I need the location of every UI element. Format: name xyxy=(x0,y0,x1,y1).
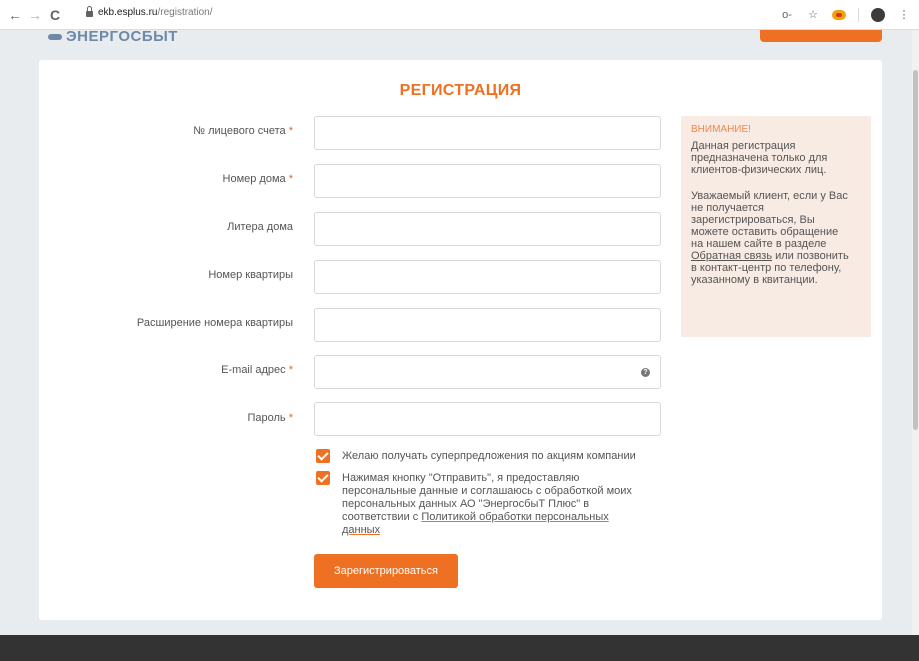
page-title: РЕГИСТРАЦИЯ xyxy=(399,82,522,99)
notice-line: зарегистрироваться, Вы xyxy=(691,214,815,226)
house-letter-input[interactable] xyxy=(314,212,661,246)
offers-checkbox-label: Желаю получать суперпредложения по акция… xyxy=(342,450,636,462)
browser-toolbar: ← → C ekb.esplus.ru/registration/ o- ☆ ⋮ xyxy=(0,0,919,30)
account-number-label: № лицевого счета * xyxy=(99,125,293,137)
account-number-input[interactable] xyxy=(314,116,661,150)
back-icon[interactable]: ← xyxy=(6,6,24,24)
email-input[interactable]: ? xyxy=(314,355,661,389)
consent-checkbox[interactable] xyxy=(316,471,330,485)
field-label-text: Литера дома xyxy=(227,221,293,233)
password-input[interactable] xyxy=(314,402,661,436)
url-text: ekb.esplus.ru/registration/ xyxy=(98,7,213,18)
notice-line: не получается xyxy=(691,202,764,214)
register-button[interactable]: Зарегистрироваться xyxy=(314,554,458,588)
forward-icon[interactable]: → xyxy=(26,6,44,24)
apartment-extension-input[interactable] xyxy=(314,308,661,342)
consent-checkbox-label: Нажимая кнопку "Отправить", я предоставл… xyxy=(342,472,632,537)
consent-line: Нажимая кнопку "Отправить", я предоставл… xyxy=(342,472,580,484)
field-label-text: Номер дома xyxy=(222,173,286,185)
logo[interactable]: ЭНЕРГОСБЫТ xyxy=(48,30,178,44)
house-letter-label: Литера дома xyxy=(99,221,293,233)
header-action-button[interactable] xyxy=(760,30,882,42)
required-mark: * xyxy=(288,173,293,185)
field-label-text: Номер квартиры xyxy=(208,269,293,281)
field-label-text: Пароль xyxy=(247,412,286,424)
consent-line: персональных данных АО "ЭнергосбыТ Плюс"… xyxy=(342,498,590,510)
feedback-link[interactable]: Обратная связь xyxy=(691,250,772,262)
apartment-extension-label: Расширение номера квартиры xyxy=(99,317,293,329)
scrollbar-thumb[interactable] xyxy=(913,70,918,430)
house-number-input[interactable] xyxy=(314,164,661,198)
notice-line: можете оставить обращение xyxy=(691,226,839,238)
consent-line: данных xyxy=(342,524,632,537)
field-label-text: E-mail адрес xyxy=(221,364,286,376)
notice-paragraph-1: Данная регистрация предназначена только … xyxy=(691,140,861,176)
star-icon[interactable]: ☆ xyxy=(806,8,820,22)
help-icon[interactable]: ? xyxy=(641,368,650,377)
consent-line: персональные данные и соглашаюсь с обраб… xyxy=(342,485,632,497)
required-mark: * xyxy=(288,125,293,137)
consent-prefix: соответствии с xyxy=(342,511,422,523)
password-label: Пароль * xyxy=(99,412,293,424)
url-host: ekb.esplus.ru xyxy=(98,7,158,18)
url-path: /registration/ xyxy=(157,7,213,18)
required-mark: * xyxy=(288,364,293,376)
notice-line: Данная регистрация xyxy=(691,140,796,152)
profile-avatar-icon[interactable] xyxy=(871,8,885,22)
notice-line: или позвонить xyxy=(772,250,849,262)
offers-checkbox[interactable] xyxy=(316,449,330,463)
notice-line: в контакт-центр по телефону, xyxy=(691,262,842,274)
menu-icon[interactable]: ⋮ xyxy=(897,8,911,22)
extension-icon[interactable] xyxy=(832,10,846,20)
house-number-label: Номер дома * xyxy=(99,173,293,185)
privacy-policy-link-cont[interactable]: данных xyxy=(342,524,380,536)
notice-line: Уважаемый клиент, если у Вас xyxy=(691,190,848,202)
notice-paragraph-2: Уважаемый клиент, если у Вас не получает… xyxy=(691,190,861,286)
toolbar-divider xyxy=(858,8,859,22)
notice-line: на нашем сайте в разделе xyxy=(691,238,827,250)
notice-line: клиентов-физических лиц. xyxy=(691,164,827,176)
required-mark: * xyxy=(288,412,293,424)
logo-text: ЭНЕРГОСБЫТ xyxy=(66,30,178,44)
consent-line: соответствии с Политикой обработки персо… xyxy=(342,511,632,524)
apartment-number-input[interactable] xyxy=(314,260,661,294)
lock-icon xyxy=(86,6,93,17)
notice-line: предназначена только для xyxy=(691,152,828,164)
logo-mark-icon xyxy=(48,34,62,40)
apartment-number-label: Номер квартиры xyxy=(99,269,293,281)
privacy-policy-link[interactable]: Политикой обработки персональных xyxy=(421,511,608,523)
field-label-text: № лицевого счета xyxy=(193,125,286,137)
notice-heading: ВНИМАНИЕ! xyxy=(691,124,751,135)
site-footer xyxy=(0,635,919,661)
reload-icon[interactable]: C xyxy=(46,6,64,24)
notice-line: указанному в квитанции. xyxy=(691,274,818,286)
key-icon[interactable]: o- xyxy=(780,8,794,22)
notice-panel: ВНИМАНИЕ! Данная регистрация предназначе… xyxy=(681,116,871,337)
page-scrollbar[interactable] xyxy=(912,30,919,635)
email-label: E-mail адрес * xyxy=(99,364,293,376)
field-label-text: Расширение номера квартиры xyxy=(136,317,293,329)
site-header: ЭНЕРГОСБЫТ xyxy=(0,30,919,44)
registration-card: РЕГИСТРАЦИЯ № лицевого счета * Номер дом… xyxy=(39,60,882,620)
